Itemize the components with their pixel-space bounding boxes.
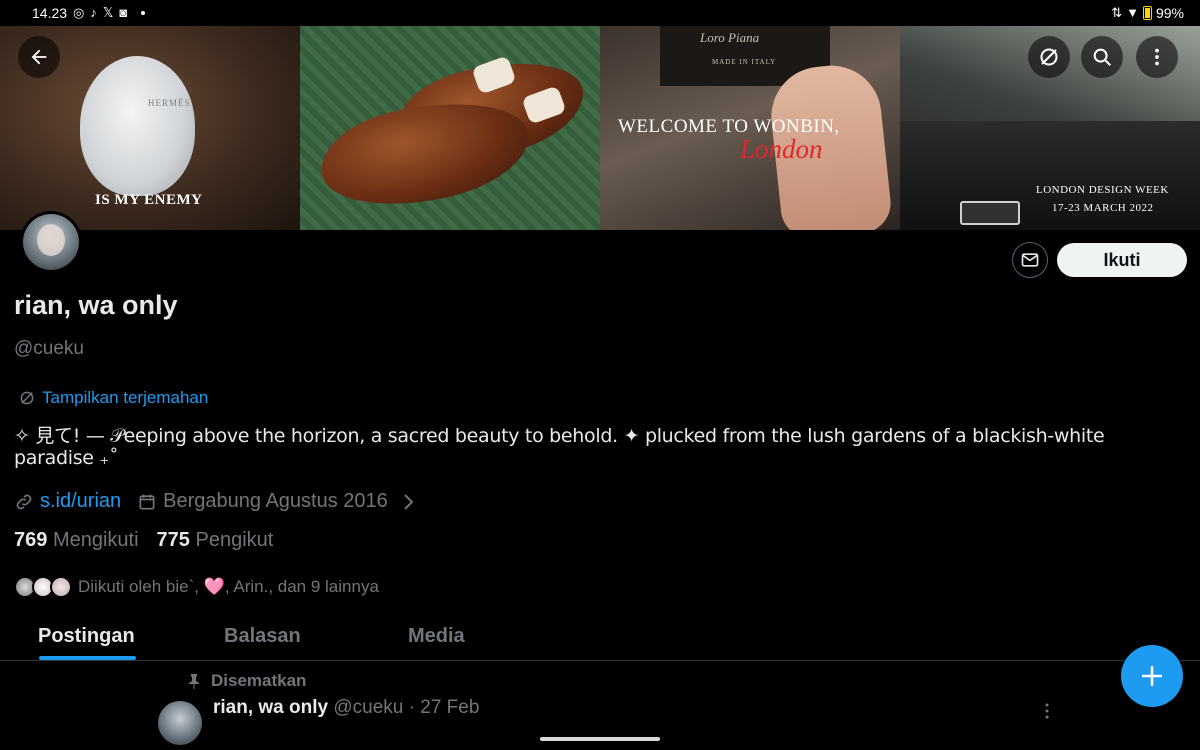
- following-stat[interactable]: 769 Mengikuti: [14, 529, 139, 552]
- status-left: 14.23 ◎ ♪ 𝕏 ◙: [32, 5, 146, 21]
- dot-icon: [141, 11, 146, 15]
- tab-posts[interactable]: Postingan: [38, 625, 135, 648]
- london-caption: London: [740, 134, 823, 164]
- status-right: ⇅ ▼ 99%: [1111, 5, 1184, 21]
- avatar-image: [23, 214, 79, 270]
- show-translation-label: Tampilkan terjemahan: [42, 388, 209, 407]
- followers-label: Pengikut: [195, 529, 274, 551]
- follow-button[interactable]: Ikuti: [1057, 243, 1187, 277]
- post-author-handle[interactable]: @cueku: [333, 697, 403, 718]
- followed-by-prefix: Diikuti oleh bie`,: [78, 577, 199, 596]
- following-label: Mengikuti: [52, 529, 139, 551]
- arrow-left-icon: [31, 49, 47, 65]
- post-author-avatar[interactable]: [158, 701, 202, 745]
- home-gesture-bar[interactable]: [540, 737, 660, 741]
- signal-icon: ⇅: [1111, 5, 1123, 20]
- battery-level: 99%: [1155, 5, 1184, 21]
- profile-tabs: Postingan Balasan Media: [0, 612, 1200, 661]
- tiktok-icon: ♪: [90, 5, 97, 20]
- post-author-name[interactable]: rian, wa only: [213, 697, 328, 718]
- followers-count: 775: [156, 529, 190, 551]
- search-icon: [1093, 48, 1111, 66]
- following-count: 769: [14, 529, 48, 551]
- followed-by[interactable]: Diikuti oleh bie`, 🩷, Arin., dan 9 lainn…: [14, 576, 379, 598]
- followed-by-suffix: , Arin., dan 9 lainnya: [224, 577, 379, 596]
- tab-replies[interactable]: Balasan: [224, 625, 301, 648]
- mail-icon: [1021, 253, 1039, 267]
- tab-media[interactable]: Media: [408, 625, 465, 648]
- follower-avatar: [50, 576, 72, 598]
- made-in-italy-text: MADE IN ITALY: [712, 58, 777, 66]
- x-icon: 𝕏: [102, 5, 114, 20]
- hermes-brand-text: HERMÈS: [148, 98, 191, 108]
- hermes-bottle-image: [80, 56, 195, 196]
- design-week-caption: LONDON DESIGN WEEK: [1036, 184, 1169, 196]
- briefcase-image: [900, 121, 1200, 230]
- translate-icon: [20, 391, 34, 405]
- translate-icon: [1040, 48, 1058, 66]
- loro-piana-text: Loro Piana: [700, 30, 760, 45]
- profile-avatar[interactable]: [20, 211, 82, 273]
- post-date[interactable]: · 27 Feb: [409, 697, 480, 718]
- pinned-indicator: Disematkan: [187, 671, 306, 691]
- heart-emoji: 🩷: [203, 577, 225, 596]
- profile-meta: s.id/urian Bergabung Agustus 2016: [14, 490, 416, 513]
- chevron-right-icon[interactable]: [402, 493, 416, 511]
- calendar-icon: [139, 494, 155, 509]
- banner-caption-enemy: IS MY ENEMY: [95, 192, 203, 208]
- whatsapp-icon: ◎: [73, 5, 85, 20]
- back-button[interactable]: [18, 36, 60, 78]
- more-options-button[interactable]: [1136, 36, 1178, 78]
- clasp-image: [960, 201, 1020, 225]
- followed-by-text: Diikuti oleh bie`, 🩷, Arin., dan 9 lainn…: [78, 577, 379, 597]
- battery-icon: [1142, 6, 1152, 20]
- post-more-button[interactable]: [1042, 702, 1052, 725]
- status-bar: 14.23 ◎ ♪ 𝕏 ◙ ⇅ ▼ 99%: [0, 0, 1200, 26]
- profile-name: rian, wa only: [14, 290, 178, 320]
- compose-post-button[interactable]: [1121, 645, 1183, 707]
- show-translation-link[interactable]: Tampilkan terjemahan: [18, 388, 208, 408]
- wifi-icon: ▼: [1126, 5, 1139, 20]
- post-header: rian, wa only @cueku · 27 Feb: [213, 697, 479, 719]
- search-button[interactable]: [1081, 36, 1123, 78]
- more-vertical-icon: [1155, 48, 1159, 66]
- followers-stat[interactable]: 775 Pengikut: [157, 529, 274, 552]
- follow-stats: 769 Mengikuti 775 Pengikut: [14, 529, 273, 552]
- link-icon: [16, 494, 32, 509]
- plus-icon: [1142, 666, 1162, 686]
- profile-handle: @cueku: [14, 338, 84, 359]
- pinned-label: Disematkan: [211, 671, 307, 690]
- profile-bio: ✧ 見て! — 𝒫eeping above the horizon, a sac…: [14, 425, 1105, 469]
- pin-icon: [189, 674, 199, 689]
- translate-button[interactable]: [1028, 36, 1070, 78]
- banner-panel-london: Loro Piana MADE IN ITALY WELCOME TO WONB…: [600, 26, 900, 230]
- design-week-dates: 17-23 MARCH 2022: [1052, 202, 1154, 214]
- banner-panel-shoes: [300, 26, 600, 230]
- profile-banner[interactable]: HERMÈS IS MY ENEMY Loro Piana MADE IN IT…: [0, 26, 1200, 230]
- message-button[interactable]: [1012, 242, 1048, 278]
- more-vertical-icon: [1045, 703, 1049, 719]
- instagram-icon: ◙: [119, 5, 128, 20]
- active-tab-indicator: [39, 656, 136, 660]
- status-time: 14.23: [32, 5, 68, 21]
- profile-link[interactable]: s.id/urian: [40, 490, 121, 513]
- joined-date: Bergabung Agustus 2016: [163, 490, 388, 512]
